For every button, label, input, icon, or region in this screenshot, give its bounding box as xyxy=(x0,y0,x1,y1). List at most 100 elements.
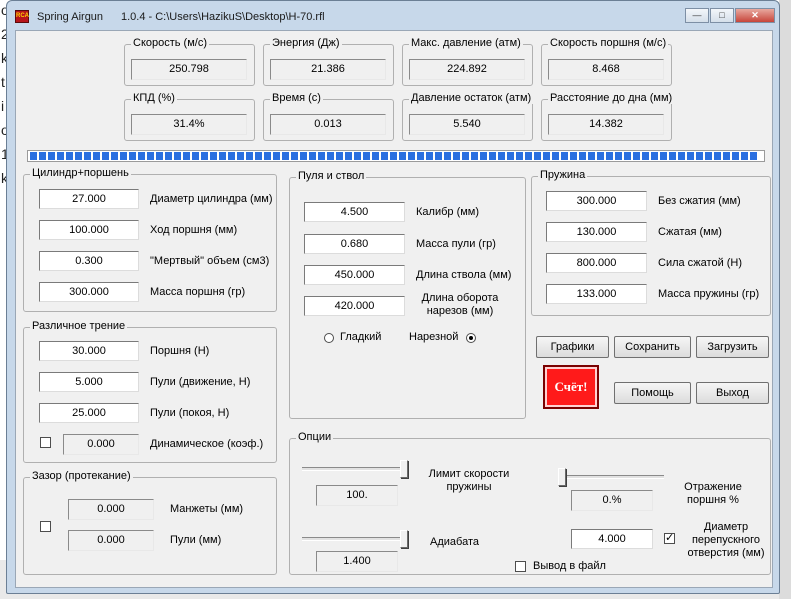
result-value: 250.798 xyxy=(131,59,247,80)
spring-compressed-length-input[interactable]: 130.000 xyxy=(546,222,647,242)
progress-segment xyxy=(390,152,397,160)
maximize-button[interactable]: □ xyxy=(710,8,734,23)
spring-mass-input[interactable]: 133.000 xyxy=(546,284,647,304)
progress-segment xyxy=(552,152,559,160)
progress-segment xyxy=(417,152,424,160)
progress-segment xyxy=(39,152,46,160)
cylinder-diameter-input[interactable]: 27.000 xyxy=(39,189,139,209)
adiabatic-slider-track[interactable] xyxy=(302,537,408,541)
spring-speed-limit-slider-track[interactable] xyxy=(302,467,408,471)
progress-segment xyxy=(408,152,415,160)
barrel-length-input[interactable]: 450.000 xyxy=(304,265,405,285)
group-title: Зазор (протекание) xyxy=(30,470,133,482)
adiabatic-slider[interactable] xyxy=(400,530,408,548)
progress-segment xyxy=(615,152,622,160)
progress-segment xyxy=(543,152,550,160)
field-label: Поршня (Н) xyxy=(150,345,210,357)
result-label: Скорость поршня (м/с) xyxy=(548,37,669,49)
piston-bounce-value: 0.% xyxy=(571,490,653,511)
field-label: Масса пули (гр) xyxy=(416,238,496,250)
progress-segment xyxy=(471,152,478,160)
graphs-button[interactable]: Графики xyxy=(536,336,609,358)
result-distance-group: Расстояние до дна (мм) 14.382 xyxy=(541,92,675,141)
group-title: Цилиндр+поршень xyxy=(30,167,131,179)
gap-checkbox[interactable] xyxy=(40,521,51,532)
window-title: Spring Airgun xyxy=(37,11,104,23)
field-label: Диаметр цилиндра (мм) xyxy=(150,193,273,205)
spring-free-length-input[interactable]: 300.000 xyxy=(546,191,647,211)
progress-bar xyxy=(27,150,765,162)
rifled-bore-radio[interactable] xyxy=(466,333,476,343)
file-output-checkbox[interactable] xyxy=(515,561,526,572)
spring-force-input[interactable]: 800.000 xyxy=(546,253,647,273)
result-speed-group: Скорость (м/с) 250.798 xyxy=(124,37,255,86)
progress-segment xyxy=(732,152,739,160)
progress-segment xyxy=(381,152,388,160)
twist-rate-input[interactable]: 420.000 xyxy=(304,296,405,316)
progress-segment xyxy=(570,152,577,160)
progress-segment xyxy=(291,152,298,160)
field-label: Калибр (мм) xyxy=(416,206,480,218)
background-scrollbar xyxy=(779,0,791,599)
help-button[interactable]: Помощь xyxy=(614,382,691,404)
dead-volume-input[interactable]: 0.300 xyxy=(39,251,139,271)
piston-mass-input[interactable]: 300.000 xyxy=(39,282,139,302)
piston-bounce-slider[interactable] xyxy=(558,468,566,486)
progress-segment xyxy=(480,152,487,160)
smooth-bore-label: Гладкий xyxy=(340,331,382,343)
progress-segment xyxy=(507,152,514,160)
field-label: Длина ствола (мм) xyxy=(416,269,512,281)
field-label: Пули (покоя, Н) xyxy=(150,407,230,419)
minimize-button[interactable]: — xyxy=(685,8,709,23)
piston-friction-input[interactable]: 30.000 xyxy=(39,341,139,361)
progress-segment xyxy=(120,152,127,160)
field-label: Манжеты (мм) xyxy=(170,503,244,515)
result-time-group: Время (с) 0.013 xyxy=(263,92,394,141)
port-diameter-label: Диаметр перепускного отверстия (мм) xyxy=(687,521,765,559)
progress-segment xyxy=(444,152,451,160)
progress-segment xyxy=(714,152,721,160)
spring-speed-limit-slider[interactable] xyxy=(400,460,408,478)
calculate-button[interactable]: Счёт! xyxy=(543,365,599,409)
result-value: 21.386 xyxy=(270,59,386,80)
result-label: Время (с) xyxy=(270,92,323,104)
bullet-static-friction-input[interactable]: 25.000 xyxy=(39,403,139,423)
app-icon: RCA xyxy=(15,10,29,23)
adiabatic-value: 1.400 xyxy=(316,551,398,572)
bullet-mass-input[interactable]: 0.680 xyxy=(304,234,405,254)
progress-segment xyxy=(57,152,64,160)
piston-bounce-slider-track[interactable] xyxy=(558,475,664,479)
port-diameter-input[interactable]: 4.000 xyxy=(571,529,653,549)
piston-stroke-input[interactable]: 100.000 xyxy=(39,220,139,240)
friction-group: Различное трение 30.000 Поршня (Н) 5.000… xyxy=(23,320,277,463)
close-button[interactable]: ✕ xyxy=(735,8,775,23)
field-label: Пули (мм) xyxy=(170,534,222,546)
progress-segment xyxy=(597,152,604,160)
title-bar[interactable]: RCA Spring Airgun 1.0.4 - C:\Users\Hazik… xyxy=(7,1,779,29)
progress-segment xyxy=(741,152,748,160)
gap-group: Зазор (протекание) 0.000 Манжеты (мм) 0.… xyxy=(23,470,277,575)
result-value: 31.4% xyxy=(131,114,247,135)
progress-segment xyxy=(138,152,145,160)
exit-button[interactable]: Выход xyxy=(696,382,769,404)
piston-bounce-label: Отражение поршня % xyxy=(684,481,742,506)
dynamic-friction-checkbox[interactable] xyxy=(40,437,51,448)
field-label: Ход поршня (мм) xyxy=(150,224,238,236)
progress-segment xyxy=(678,152,685,160)
caliber-input[interactable]: 4.500 xyxy=(304,202,405,222)
port-diameter-checkbox[interactable]: ✓ xyxy=(664,533,675,544)
progress-segment xyxy=(48,152,55,160)
progress-segment xyxy=(354,152,361,160)
result-value: 224.892 xyxy=(409,59,525,80)
load-button[interactable]: Загрузить xyxy=(696,336,769,358)
main-panel: Скорость (м/с) 250.798 Энергия (Дж) 21.3… xyxy=(15,30,773,588)
bullet-moving-friction-input[interactable]: 5.000 xyxy=(39,372,139,392)
result-label: КПД (%) xyxy=(131,92,177,104)
save-button[interactable]: Сохранить xyxy=(614,336,691,358)
progress-segment xyxy=(525,152,532,160)
cylinder-group: Цилиндр+поршень 27.000 Диаметр цилиндра … xyxy=(23,167,277,312)
progress-segment xyxy=(183,152,190,160)
result-label: Макс. давление (атм) xyxy=(409,37,523,49)
smooth-bore-radio[interactable] xyxy=(324,333,334,343)
bullet-gap-value: 0.000 xyxy=(68,530,154,551)
